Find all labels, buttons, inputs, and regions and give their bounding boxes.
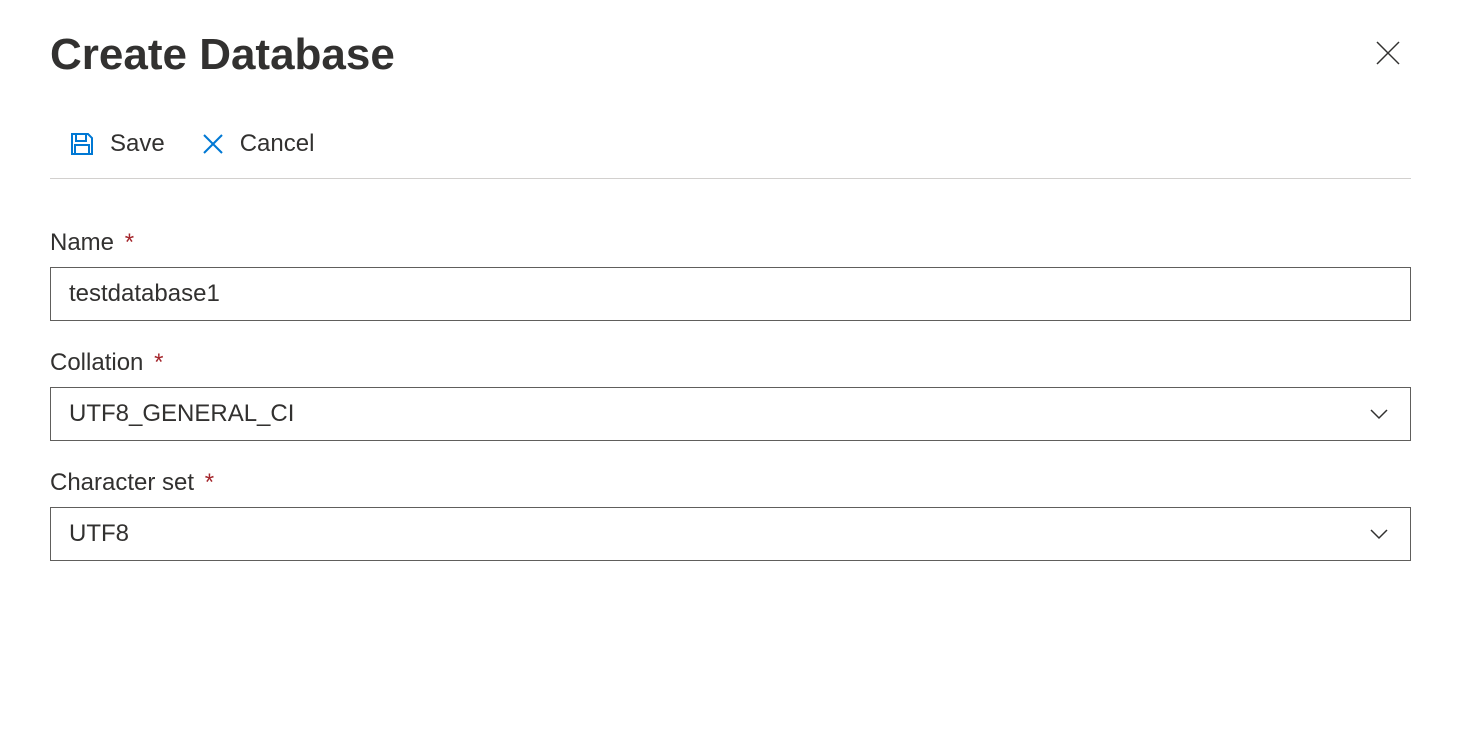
name-label-text: Name (50, 229, 114, 256)
name-label: Name * (50, 229, 1411, 257)
close-button[interactable] (1365, 30, 1411, 76)
charset-select[interactable]: UTF8 (50, 507, 1411, 561)
charset-required-indicator: * (205, 469, 214, 496)
close-icon (1373, 38, 1403, 68)
name-input[interactable] (50, 267, 1411, 321)
name-required-indicator: * (125, 229, 134, 256)
collation-select[interactable]: UTF8_GENERAL_CI (50, 387, 1411, 441)
charset-label: Character set * (50, 469, 1411, 497)
collation-required-indicator: * (154, 349, 163, 376)
page-title: Create Database (50, 30, 395, 80)
charset-label-text: Character set (50, 469, 194, 496)
save-button-label: Save (110, 130, 165, 158)
save-button[interactable]: Save (68, 130, 165, 158)
cancel-button-label: Cancel (240, 130, 315, 158)
save-icon (68, 130, 96, 158)
collation-label-text: Collation (50, 349, 143, 376)
cancel-icon (200, 131, 226, 157)
cancel-button[interactable]: Cancel (200, 130, 315, 158)
collation-label: Collation * (50, 349, 1411, 377)
toolbar: Save Cancel (50, 130, 1411, 179)
